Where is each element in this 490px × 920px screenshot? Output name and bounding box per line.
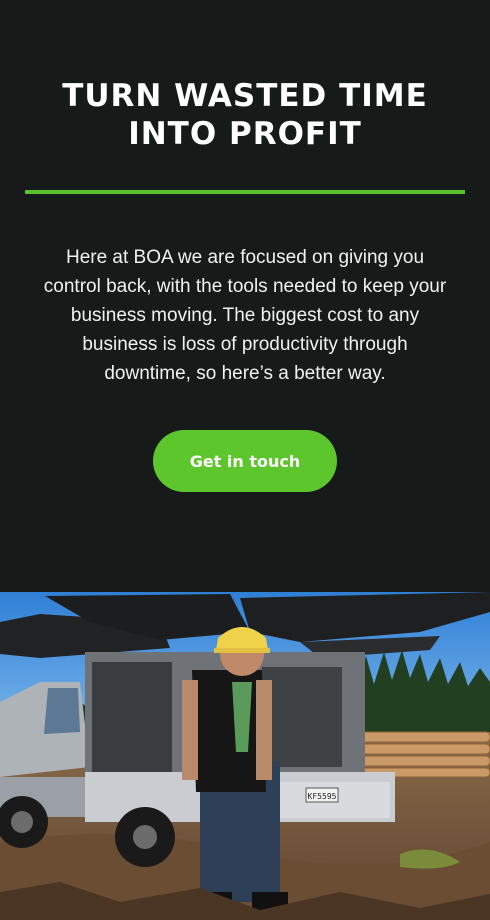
intro-line-2: control back, with the tools needed to k… xyxy=(43,276,447,297)
license-plate: KF5595 xyxy=(308,792,337,801)
hero-headline: TURN WASTED TIME INTO PROFIT xyxy=(0,77,490,153)
hero-intro-text: Here at BOA we are focused on giving you… xyxy=(20,243,470,388)
hero-photo: KF5595 xyxy=(0,592,490,920)
intro-line-1: Here at BOA we are focused on giving you xyxy=(65,247,425,268)
accent-divider xyxy=(25,190,465,194)
hero-section: TURN WASTED TIME INTO PROFIT Here at BOA… xyxy=(0,0,490,592)
intro-line-4: business is loss of productivity through xyxy=(82,334,408,355)
get-in-touch-button[interactable]: Get in touch xyxy=(153,430,337,492)
intro-line-5: downtime, so here’s a better way. xyxy=(104,363,386,384)
headline-line-2: INTO PROFIT xyxy=(128,116,362,152)
intro-line-3: business moving. The biggest cost to any xyxy=(70,305,420,326)
headline-line-1: TURN WASTED TIME xyxy=(62,78,428,114)
